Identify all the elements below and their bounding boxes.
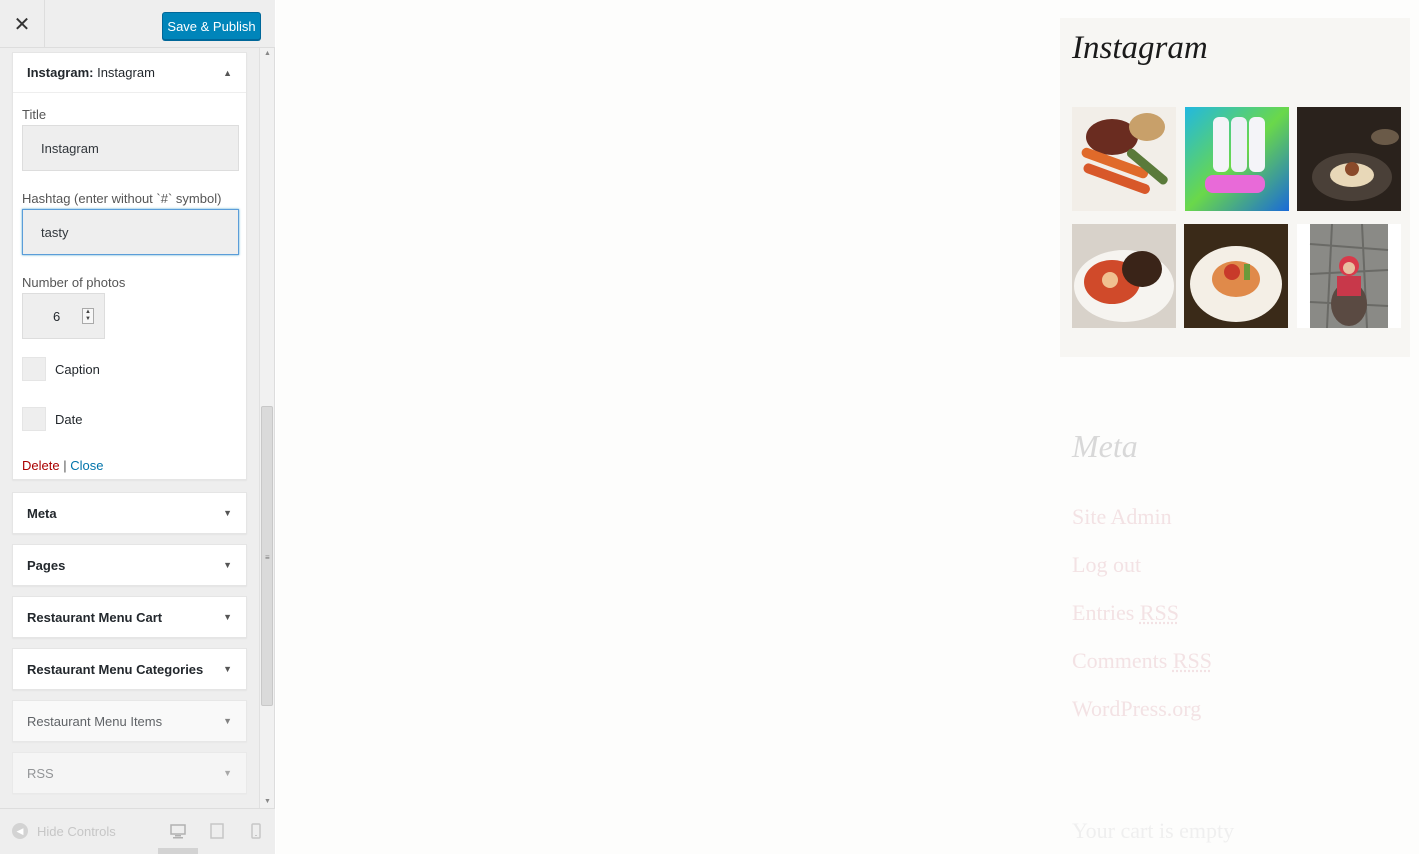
tablet-preview-icon[interactable] bbox=[209, 823, 225, 839]
delete-link[interactable]: Delete bbox=[22, 458, 60, 473]
collapse-left-icon: ◀ bbox=[12, 823, 28, 839]
instagram-photo[interactable] bbox=[1184, 224, 1288, 328]
widget-meta[interactable]: Meta ▼ bbox=[12, 492, 247, 534]
close-customizer-button[interactable]: ✕ bbox=[0, 0, 45, 48]
instagram-photo[interactable] bbox=[1297, 224, 1401, 328]
instagram-widget-preview: Instagram bbox=[1060, 18, 1410, 357]
scroll-up-arrow-icon[interactable]: ▲ bbox=[260, 48, 275, 60]
widget-instagram-title: Instagram: Instagram bbox=[27, 65, 155, 80]
grip-icon: ≡ bbox=[265, 553, 270, 562]
hide-controls-button[interactable]: ◀ Hide Controls bbox=[12, 823, 116, 839]
widget-rss[interactable]: RSS ▼ bbox=[12, 752, 247, 794]
widget-instagram-header[interactable]: Instagram: Instagram ▲ bbox=[13, 53, 246, 93]
save-publish-button[interactable]: Save & Publish bbox=[162, 12, 261, 40]
site-preview: Instagram Meta Site Admin Log out Entrie… bbox=[276, 0, 1419, 854]
hide-controls-label: Hide Controls bbox=[37, 824, 116, 839]
widget-pages-title: Pages bbox=[27, 558, 65, 573]
photos-value: 6 bbox=[53, 309, 60, 324]
expand-arrow-icon: ▼ bbox=[223, 768, 232, 778]
customizer-panel: ✕ Save & Publish Instagram: Instagram ▲ … bbox=[0, 0, 275, 854]
expand-arrow-icon: ▼ bbox=[223, 560, 232, 570]
expand-arrow-icon: ▼ bbox=[223, 612, 232, 622]
widget-list: Instagram: Instagram ▲ Title Instagram H… bbox=[0, 48, 258, 808]
widget-restaurant-menu-items[interactable]: Restaurant Menu Items ▼ bbox=[12, 700, 247, 742]
comments-rss-link[interactable]: Comments RSS bbox=[1072, 648, 1212, 674]
site-admin-link[interactable]: Site Admin bbox=[1072, 504, 1172, 530]
instagram-widget-title: Instagram bbox=[1072, 30, 1208, 67]
caption-checkbox[interactable] bbox=[22, 357, 46, 381]
customizer-footer: ◀ Hide Controls bbox=[0, 808, 275, 854]
expand-arrow-icon: ▼ bbox=[223, 716, 232, 726]
instagram-photo[interactable] bbox=[1185, 107, 1289, 211]
widget-restaurant-menu-categories[interactable]: Restaurant Menu Categories ▼ bbox=[12, 648, 247, 690]
instagram-photo[interactable] bbox=[1297, 107, 1401, 211]
customizer-header: ✕ Save & Publish bbox=[0, 0, 275, 48]
date-checkbox[interactable] bbox=[22, 407, 46, 431]
stepper-icon[interactable]: ▲ ▼ bbox=[82, 308, 94, 324]
widget-restaurant-menu-categories-title: Restaurant Menu Categories bbox=[27, 662, 203, 677]
scrollbar-thumb[interactable]: ≡ bbox=[261, 406, 273, 706]
log-out-link[interactable]: Log out bbox=[1072, 552, 1141, 578]
actions-separator: | bbox=[63, 458, 66, 473]
expand-arrow-icon: ▼ bbox=[223, 508, 232, 518]
expand-arrow-icon: ▼ bbox=[223, 664, 232, 674]
scroll-down-arrow-icon[interactable]: ▼ bbox=[260, 796, 275, 808]
widget-rss-title: RSS bbox=[27, 766, 54, 781]
hashtag-input[interactable]: tasty bbox=[22, 209, 239, 255]
desktop-preview-icon[interactable] bbox=[170, 823, 186, 839]
close-link[interactable]: Close bbox=[70, 458, 103, 473]
cart-empty-text: Your cart is empty bbox=[1072, 818, 1234, 844]
widget-actions: Delete | Close bbox=[22, 458, 103, 473]
active-device-indicator bbox=[158, 848, 198, 854]
photos-number-input[interactable]: 6 ▲ ▼ bbox=[22, 293, 105, 339]
wordpress-org-link[interactable]: WordPress.org bbox=[1072, 696, 1201, 722]
entries-rss-link[interactable]: Entries RSS bbox=[1072, 600, 1179, 626]
photos-label: Number of photos bbox=[22, 275, 125, 290]
widget-pages[interactable]: Pages ▼ bbox=[12, 544, 247, 586]
title-label: Title bbox=[22, 107, 46, 122]
widget-restaurant-menu-cart-title: Restaurant Menu Cart bbox=[27, 610, 162, 625]
panel-scrollbar[interactable]: ▲ ≡ ▼ bbox=[259, 48, 274, 808]
meta-widget-title: Meta bbox=[1072, 428, 1138, 465]
instagram-photo[interactable] bbox=[1072, 107, 1176, 211]
widget-restaurant-menu-items-title: Restaurant Menu Items bbox=[27, 714, 162, 729]
widget-restaurant-menu-cart[interactable]: Restaurant Menu Cart ▼ bbox=[12, 596, 247, 638]
date-label: Date bbox=[55, 412, 82, 427]
caption-label: Caption bbox=[55, 362, 100, 377]
title-input[interactable]: Instagram bbox=[22, 125, 239, 171]
widget-instagram: Instagram: Instagram ▲ Title Instagram H… bbox=[12, 52, 247, 480]
instagram-photo[interactable] bbox=[1072, 224, 1176, 328]
mobile-preview-icon[interactable] bbox=[248, 823, 264, 839]
collapse-arrow-icon: ▲ bbox=[223, 68, 232, 78]
hashtag-label: Hashtag (enter without `#` symbol) bbox=[22, 191, 221, 206]
widget-meta-title: Meta bbox=[27, 506, 57, 521]
